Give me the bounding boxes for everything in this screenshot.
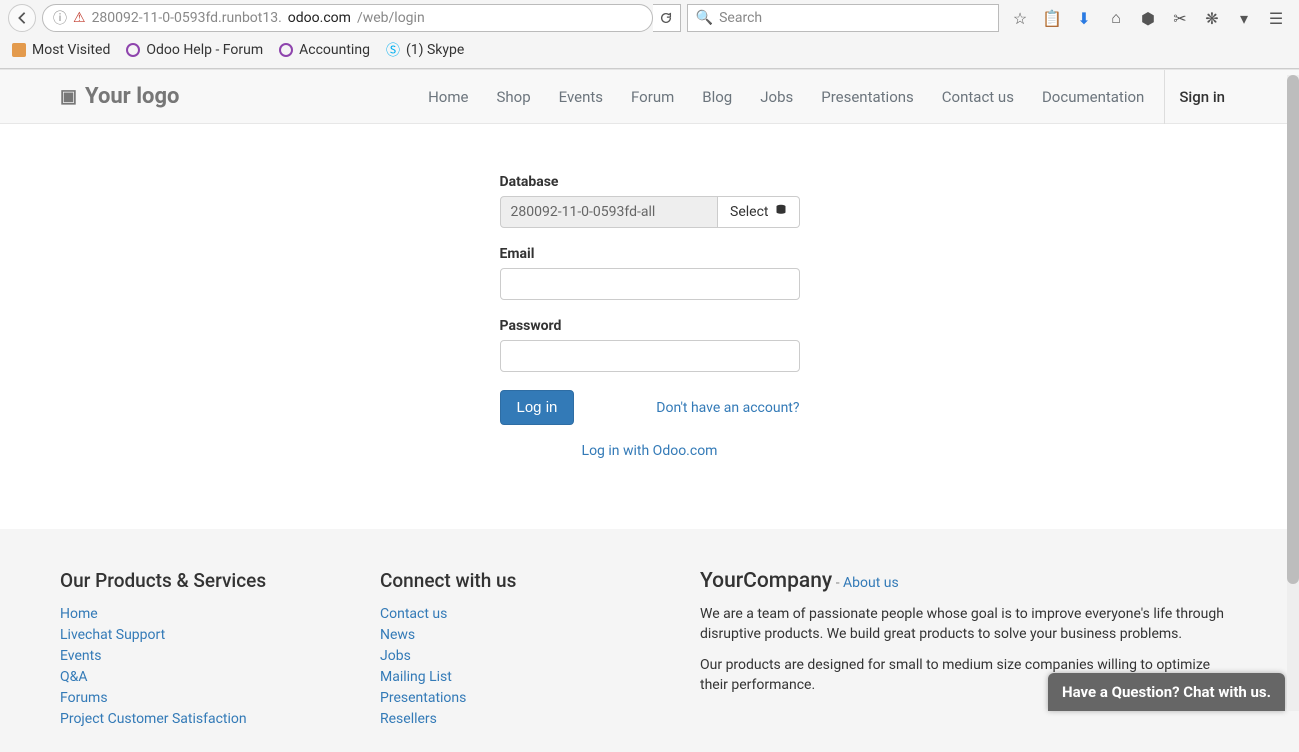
nav-jobs[interactable]: Jobs	[746, 70, 807, 124]
footer-about-sep: -	[836, 575, 843, 591]
browser-back-button[interactable]	[8, 4, 36, 32]
footer-products-col: Our Products & Services Home Livechat Su…	[60, 569, 340, 732]
footer-link-pcs[interactable]: Project Customer Satisfaction	[60, 711, 247, 727]
footer-link-forums[interactable]: Forums	[60, 690, 108, 706]
nav-contact[interactable]: Contact us	[928, 70, 1028, 124]
footer-link-events[interactable]: Events	[60, 648, 101, 664]
camera-icon: ▣	[60, 86, 77, 107]
password-label: Password	[500, 318, 800, 334]
tools-icon[interactable]: ✂	[1171, 9, 1189, 27]
email-label: Email	[500, 246, 800, 262]
nav-documentation[interactable]: Documentation	[1028, 70, 1158, 124]
url-bar[interactable]: ⓘ ⚠ 280092-11-0-0593fd.runbot13. odoo.com…	[42, 4, 653, 32]
odoo-icon	[126, 43, 140, 57]
nav-presentations[interactable]: Presentations	[807, 70, 928, 124]
site-logo[interactable]: ▣ Your logo	[60, 84, 179, 109]
footer-link-contact[interactable]: Contact us	[380, 606, 447, 622]
login-area: Database 280092-11-0-0593fd-all Select E…	[0, 124, 1299, 529]
footer-link-mailing[interactable]: Mailing List	[380, 669, 452, 685]
footer-link-qa[interactable]: Q&A	[60, 669, 87, 685]
footer-connect-title: Connect with us	[380, 569, 660, 592]
nav-home[interactable]: Home	[414, 70, 482, 124]
nav-events[interactable]: Events	[545, 70, 617, 124]
nav-forum[interactable]: Forum	[617, 70, 688, 124]
login-form: Database 280092-11-0-0593fd-all Select E…	[500, 174, 800, 459]
home-icon[interactable]: ⌂	[1107, 9, 1125, 27]
database-select-button[interactable]: Select	[718, 196, 799, 228]
scrollbar[interactable]	[1287, 75, 1299, 711]
info-icon: ⓘ	[53, 8, 67, 28]
footer-link-resellers[interactable]: Resellers	[380, 711, 437, 727]
signup-link[interactable]: Don't have an account?	[656, 400, 799, 416]
download-icon[interactable]: ⬇	[1075, 9, 1093, 27]
footer-link-presentations[interactable]: Presentations	[380, 690, 466, 706]
menu-icon[interactable]: ☰	[1267, 9, 1285, 27]
nav-blog[interactable]: Blog	[688, 70, 746, 124]
reload-button[interactable]	[653, 4, 681, 32]
login-button[interactable]: Log in	[500, 390, 575, 425]
footer-para1: We are a team of passionate people whose…	[700, 605, 1239, 644]
bookmark-odoo-help[interactable]: Odoo Help - Forum	[126, 42, 263, 58]
search-icon: 🔍	[696, 10, 713, 26]
extension-icon[interactable]: ❋	[1203, 9, 1221, 27]
url-domain: odoo.com	[288, 10, 351, 26]
bookmark-most-visited[interactable]: Most Visited	[12, 42, 110, 58]
email-input[interactable]	[500, 268, 800, 300]
dropdown-icon[interactable]: ▾	[1235, 9, 1253, 27]
pocket-icon[interactable]: ⬢	[1139, 9, 1157, 27]
scroll-thumb[interactable]	[1287, 75, 1299, 584]
star-icon[interactable]: ☆	[1011, 9, 1029, 27]
bookmark-skype[interactable]: Ⓢ(1) Skype	[386, 40, 464, 60]
nav-signin[interactable]: Sign in	[1164, 70, 1239, 124]
browser-chrome: ⓘ ⚠ 280092-11-0-0593fd.runbot13. odoo.com…	[0, 0, 1299, 69]
search-placeholder: Search	[719, 10, 762, 26]
folder-icon	[12, 43, 26, 57]
bookmarks-bar: Most Visited Odoo Help - Forum Accountin…	[0, 36, 1299, 68]
database-input: 280092-11-0-0593fd-all	[500, 196, 719, 228]
footer-link-news[interactable]: News	[380, 627, 415, 643]
footer-link-jobs[interactable]: Jobs	[380, 648, 411, 664]
clipboard-icon[interactable]: 📋	[1043, 9, 1061, 27]
footer-company-name: YourCompany	[700, 569, 832, 593]
main-nav: Home Shop Events Forum Blog Jobs Present…	[414, 70, 1239, 124]
bookmark-accounting[interactable]: Accounting	[279, 42, 370, 58]
footer: Our Products & Services Home Livechat Su…	[0, 529, 1299, 752]
footer-link-home[interactable]: Home	[60, 606, 98, 622]
site-header: ▣ Your logo Home Shop Events Forum Blog …	[0, 70, 1299, 124]
footer-connect-col: Connect with us Contact us News Jobs Mai…	[380, 569, 660, 732]
password-input[interactable]	[500, 340, 800, 372]
url-path: /web/login	[357, 10, 425, 26]
database-icon	[775, 204, 787, 220]
skype-icon: Ⓢ	[386, 40, 400, 60]
livechat-widget[interactable]: Have a Question? Chat with us.	[1048, 673, 1285, 711]
footer-products-title: Our Products & Services	[60, 569, 340, 592]
nav-shop[interactable]: Shop	[482, 70, 544, 124]
footer-link-livechat[interactable]: Livechat Support	[60, 627, 165, 643]
odoo-login-link[interactable]: Log in with Odoo.com	[582, 443, 718, 459]
database-label: Database	[500, 174, 800, 190]
footer-about-link[interactable]: About us	[843, 575, 899, 591]
url-prefix: 280092-11-0-0593fd.runbot13.	[92, 10, 282, 26]
odoo-icon	[279, 43, 293, 57]
insecure-icon: ⚠	[73, 10, 86, 26]
browser-search-bar[interactable]: 🔍 Search	[687, 4, 999, 32]
